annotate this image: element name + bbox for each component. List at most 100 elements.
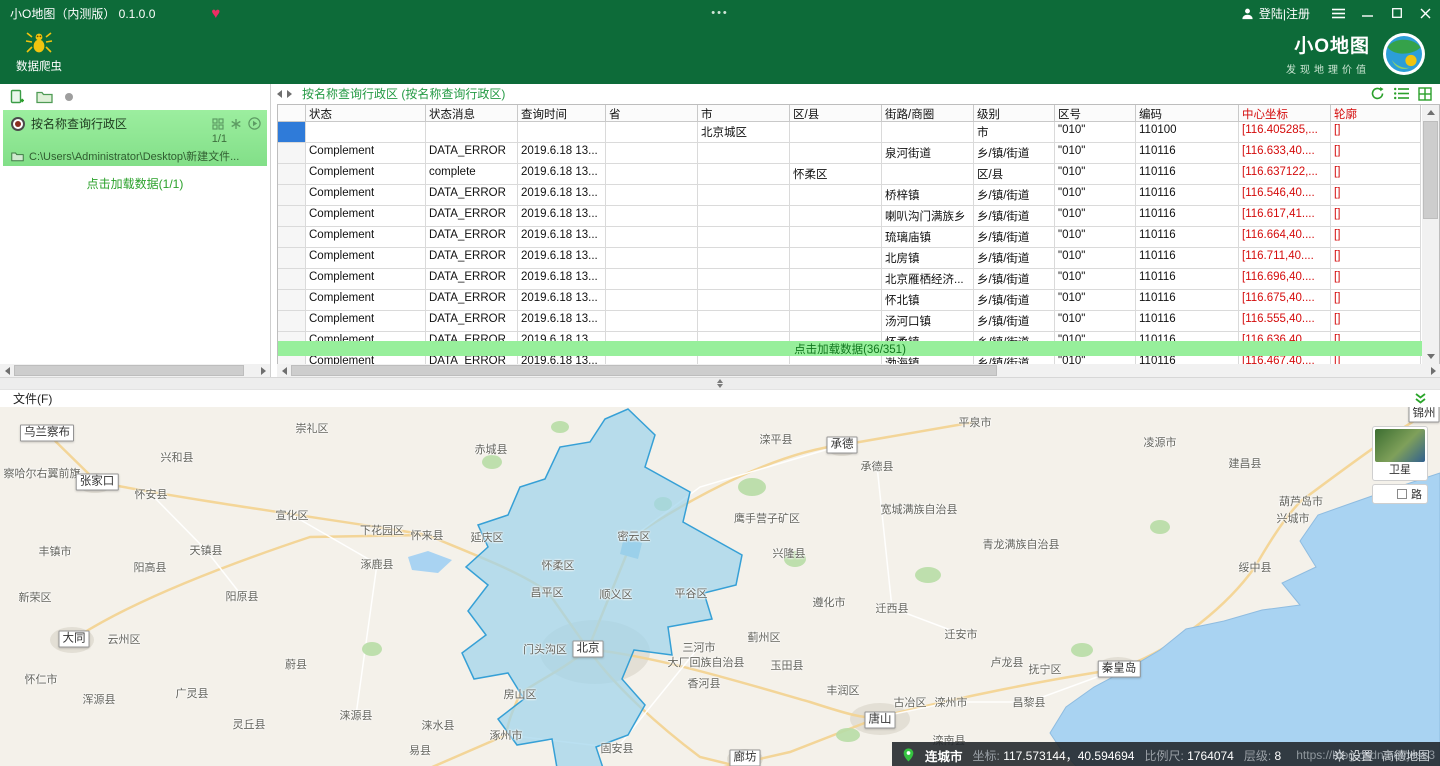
- table-cell[interactable]: []: [1331, 184, 1421, 206]
- sidebar-hscrollbar[interactable]: [0, 364, 270, 377]
- column-header[interactable]: 编码: [1136, 104, 1239, 122]
- table-row[interactable]: Complement DATA_ERROR 2019.6.18 13... 泉河街道乡…: [278, 142, 1439, 164]
- new-task-icon[interactable]: [9, 89, 25, 105]
- table-row[interactable]: 北京城区 市 "010" 110100 [116.405285,...[]: [278, 121, 1439, 143]
- table-cell[interactable]: Complement: [306, 205, 426, 227]
- table-cell[interactable]: [606, 121, 698, 143]
- table-cell[interactable]: 市: [974, 121, 1055, 143]
- table-cell[interactable]: "010": [1055, 310, 1136, 332]
- table-cell[interactable]: complete: [426, 163, 518, 185]
- table-cell[interactable]: DATA_ERROR: [426, 142, 518, 164]
- table-cell[interactable]: [790, 184, 882, 206]
- table-cell[interactable]: Complement: [306, 268, 426, 290]
- table-cell[interactable]: [116.675,40....: [1239, 289, 1331, 311]
- table-row[interactable]: Complement DATA_ERROR 2019.6.18 13... 汤河口镇乡…: [278, 310, 1439, 332]
- table-cell[interactable]: "010": [1055, 142, 1136, 164]
- column-header[interactable]: [278, 104, 306, 122]
- table-cell[interactable]: [116.546,40....: [1239, 184, 1331, 206]
- table-row[interactable]: Complement DATA_ERROR 2019.6.18 13... 北房镇 乡/…: [278, 247, 1439, 269]
- table-cell[interactable]: 乡/镇/街道: [974, 289, 1055, 311]
- table-row[interactable]: Complement complete 2019.6.18 13... 怀柔区 区/县 "…: [278, 163, 1439, 185]
- table-cell[interactable]: 泉河街道: [882, 142, 974, 164]
- table-cell[interactable]: [116.555,40....: [1239, 310, 1331, 332]
- table-cell[interactable]: [606, 205, 698, 227]
- table-cell[interactable]: "010": [1055, 268, 1136, 290]
- table-cell[interactable]: 2019.6.18 13...: [518, 226, 606, 248]
- table-cell[interactable]: [790, 226, 882, 248]
- table-cell[interactable]: 110116: [1136, 289, 1239, 311]
- table-cell[interactable]: 桥梓镇: [882, 184, 974, 206]
- road-layer-toggle[interactable]: 路: [1372, 484, 1428, 504]
- table-cell[interactable]: [790, 121, 882, 143]
- table-cell[interactable]: [606, 310, 698, 332]
- table-cell[interactable]: [698, 205, 790, 227]
- table-cell[interactable]: DATA_ERROR: [426, 289, 518, 311]
- table-hscrollbar[interactable]: [277, 364, 1440, 377]
- table-cell[interactable]: "010": [1055, 121, 1136, 143]
- table-cell[interactable]: 110116: [1136, 226, 1239, 248]
- table-cell[interactable]: 2019.6.18 13...: [518, 289, 606, 311]
- table-cell[interactable]: [606, 184, 698, 206]
- table-cell[interactable]: [606, 289, 698, 311]
- tab-scroll-right-icon[interactable]: [287, 89, 292, 98]
- result-tab[interactable]: 按名称查询行政区 (按名称查询行政区): [302, 85, 505, 102]
- table-cell[interactable]: [426, 121, 518, 143]
- row-header[interactable]: [278, 268, 306, 290]
- table-cell[interactable]: "010": [1055, 247, 1136, 269]
- export-grid-icon[interactable]: [1418, 87, 1432, 101]
- table-cell[interactable]: 110116: [1136, 205, 1239, 227]
- table-cell[interactable]: 喇叭沟门满族乡: [882, 205, 974, 227]
- close-button[interactable]: [1411, 0, 1440, 26]
- table-cell[interactable]: []: [1331, 289, 1421, 311]
- table-cell[interactable]: [790, 205, 882, 227]
- row-header[interactable]: [278, 247, 306, 269]
- table-cell[interactable]: 2019.6.18 13...: [518, 184, 606, 206]
- table-cell[interactable]: [698, 226, 790, 248]
- column-header[interactable]: 轮廓: [1331, 104, 1421, 122]
- file-menu[interactable]: 文件(F): [13, 390, 52, 407]
- table-cell[interactable]: 北京雁栖经济...: [882, 268, 974, 290]
- table-cell[interactable]: Complement: [306, 142, 426, 164]
- map-settings-button[interactable]: 设置: [1333, 747, 1373, 764]
- heart-icon[interactable]: ♥: [211, 6, 220, 21]
- table-cell[interactable]: [606, 226, 698, 248]
- table-cell[interactable]: 110116: [1136, 142, 1239, 164]
- table-cell[interactable]: [790, 247, 882, 269]
- table-cell[interactable]: []: [1331, 226, 1421, 248]
- table-cell[interactable]: 2019.6.18 13...: [518, 247, 606, 269]
- task-run-icon[interactable]: [248, 117, 261, 130]
- task-settings-icon[interactable]: [230, 118, 242, 130]
- column-header[interactable]: 级别: [974, 104, 1055, 122]
- table-row[interactable]: Complement DATA_ERROR 2019.6.18 13... 喇叭沟门满…: [278, 205, 1439, 227]
- table-cell[interactable]: 北京城区: [698, 121, 790, 143]
- table-cell[interactable]: 乡/镇/街道: [974, 247, 1055, 269]
- table-cell[interactable]: [606, 268, 698, 290]
- table-cell[interactable]: [698, 289, 790, 311]
- table-cell[interactable]: 2019.6.18 13...: [518, 163, 606, 185]
- column-header[interactable]: 状态: [306, 104, 426, 122]
- table-cell[interactable]: 110116: [1136, 247, 1239, 269]
- table-cell[interactable]: DATA_ERROR: [426, 247, 518, 269]
- table-cell[interactable]: "010": [1055, 226, 1136, 248]
- login-register-button[interactable]: 登陆|注册: [1241, 5, 1310, 22]
- row-header[interactable]: [278, 121, 306, 143]
- open-folder-icon[interactable]: [36, 90, 53, 104]
- table-cell[interactable]: [116.637122,...: [1239, 163, 1331, 185]
- table-cell[interactable]: 2019.6.18 13...: [518, 205, 606, 227]
- table-cell[interactable]: [790, 289, 882, 311]
- table-cell[interactable]: 110116: [1136, 184, 1239, 206]
- table-row[interactable]: Complement DATA_ERROR 2019.6.18 13... 怀北镇 乡/…: [278, 289, 1439, 311]
- table-cell[interactable]: [116.633,40....: [1239, 142, 1331, 164]
- table-cell[interactable]: [698, 247, 790, 269]
- table-cell[interactable]: [882, 163, 974, 185]
- column-header[interactable]: 状态消息: [426, 104, 518, 122]
- table-cell[interactable]: DATA_ERROR: [426, 205, 518, 227]
- table-cell[interactable]: 乡/镇/街道: [974, 184, 1055, 206]
- table-cell[interactable]: [116.405285,...: [1239, 121, 1331, 143]
- table-cell[interactable]: [698, 268, 790, 290]
- table-cell[interactable]: [116.664,40....: [1239, 226, 1331, 248]
- table-cell[interactable]: [606, 247, 698, 269]
- table-cell[interactable]: 汤河口镇: [882, 310, 974, 332]
- table-row[interactable]: Complement DATA_ERROR 2019.6.18 13... 桥梓镇 乡/…: [278, 184, 1439, 206]
- table-cell[interactable]: 北房镇: [882, 247, 974, 269]
